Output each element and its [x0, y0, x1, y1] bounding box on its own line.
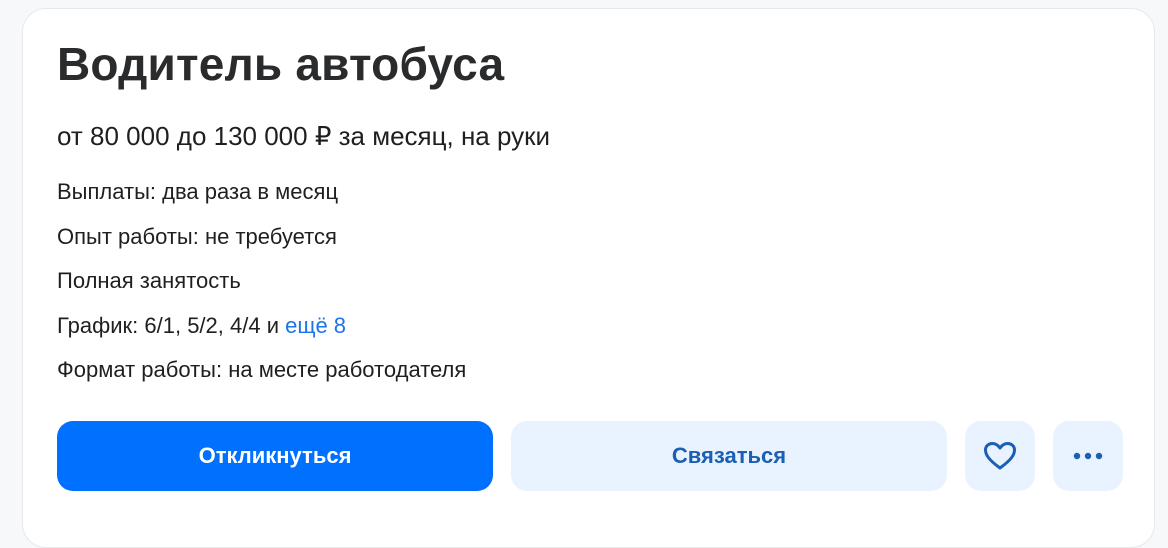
salary-text: от 80 000 до 130 000 ₽ за месяц, на руки [57, 121, 551, 151]
employment-info: Полная занятость [57, 268, 241, 293]
favorite-button[interactable] [965, 421, 1035, 491]
more-button[interactable] [1053, 421, 1123, 491]
vacancy-title: Водитель автобуса [57, 38, 505, 90]
schedule-more-link[interactable]: ещё 8 [285, 313, 346, 338]
vacancy-card: Водитель автобуса от 80 000 до 130 000 ₽… [22, 8, 1155, 548]
heart-icon [983, 441, 1017, 471]
schedule-info: График: 6/1, 5/2, 4/4 и ещё 8 [57, 313, 346, 339]
payments-info: Выплаты: два раза в месяц [57, 179, 339, 204]
more-horizontal-icon [1073, 452, 1103, 460]
contact-button[interactable]: Связаться [511, 421, 947, 491]
work-format-info: Формат работы: на месте работодателя [57, 357, 467, 382]
schedule-text: График: 6/1, 5/2, 4/4 и [57, 313, 286, 338]
apply-button[interactable]: Откликнуться [57, 421, 493, 491]
experience-info: Опыт работы: не требуется [57, 224, 337, 249]
